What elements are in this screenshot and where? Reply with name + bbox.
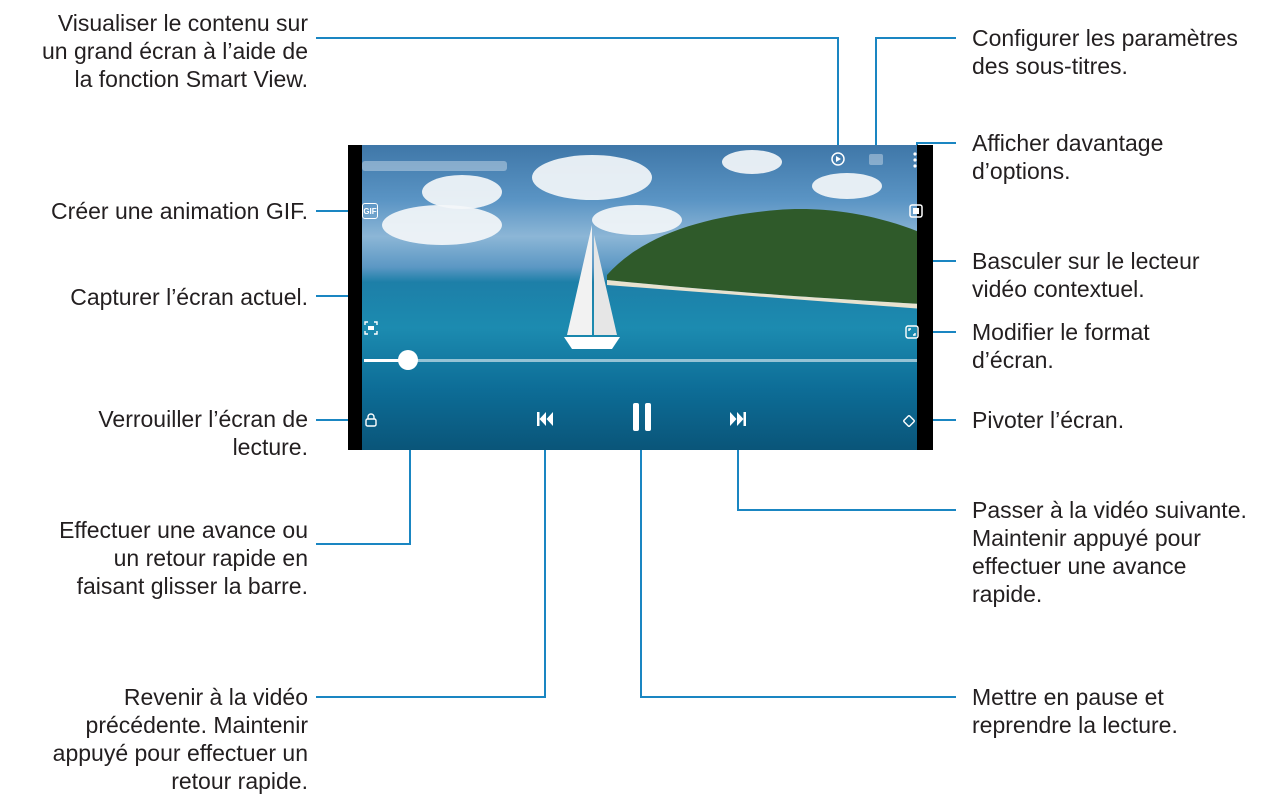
annotation-pause: Mettre en pause et reprendre la lecture.	[972, 684, 1178, 738]
next-icon	[730, 412, 746, 426]
annotation-previous: Revenir à la vidéo précédente. Maintenir…	[52, 684, 308, 794]
cloud	[422, 175, 502, 209]
annotation-more-options: Afficher davantage d’options.	[972, 130, 1164, 184]
sailboat-illustration	[564, 225, 620, 349]
rotate-button[interactable]	[900, 412, 918, 430]
smart-view-icon	[831, 152, 845, 166]
more-options-button[interactable]	[908, 150, 922, 170]
popup-player-icon	[909, 204, 923, 218]
smart-view-button[interactable]	[829, 150, 847, 168]
annotation-popup: Basculer sur le lecteur vidéo contextuel…	[972, 248, 1200, 302]
leader-subtitles	[875, 37, 956, 148]
previous-icon	[537, 412, 553, 426]
previous-button[interactable]	[535, 409, 555, 429]
lock-icon	[365, 413, 377, 427]
gif-icon: GIF	[363, 206, 377, 216]
more-options-icon	[913, 152, 917, 168]
subtitles-icon	[869, 153, 883, 165]
leader-pause	[640, 433, 956, 698]
aspect-ratio-button[interactable]	[904, 324, 920, 340]
aspect-ratio-icon	[905, 325, 919, 339]
popup-player-button[interactable]	[908, 203, 924, 219]
annotation-ratio: Modifier le format d’écran.	[972, 319, 1150, 373]
gif-button[interactable]: GIF	[362, 203, 378, 219]
capture-icon	[364, 321, 378, 335]
video-title-placeholder	[362, 161, 507, 171]
pause-icon	[633, 403, 651, 431]
annotation-seek: Effectuer une avance ou un retour rapide…	[59, 517, 308, 599]
annotation-next: Passer à la vidéo suivante. Maintenir ap…	[972, 497, 1247, 607]
leader-previous	[316, 433, 546, 698]
cloud	[722, 150, 782, 174]
leader-smart-view	[316, 37, 839, 148]
annotation-subtitles: Configurer les paramètres des sous-titre…	[972, 25, 1238, 79]
annotation-capture: Capturer l’écran actuel.	[70, 284, 308, 310]
annotation-gif: Créer une animation GIF.	[51, 198, 308, 224]
cloud	[382, 205, 502, 245]
pause-button[interactable]	[630, 402, 654, 432]
lock-button[interactable]	[363, 412, 379, 428]
island-illustration	[607, 209, 917, 309]
rotate-icon	[903, 415, 915, 427]
next-button[interactable]	[728, 409, 748, 429]
annotation-rotate: Pivoter l’écran.	[972, 407, 1125, 433]
seek-bar-track[interactable]	[364, 359, 917, 362]
annotation-lock: Verrouiller l’écran de lecture.	[98, 406, 308, 460]
seek-bar-thumb[interactable]	[398, 350, 418, 370]
subtitles-button[interactable]	[868, 152, 884, 166]
capture-button[interactable]	[363, 320, 379, 336]
annotation-smart-view: Visualiser le contenu sur un grand écran…	[42, 10, 308, 92]
